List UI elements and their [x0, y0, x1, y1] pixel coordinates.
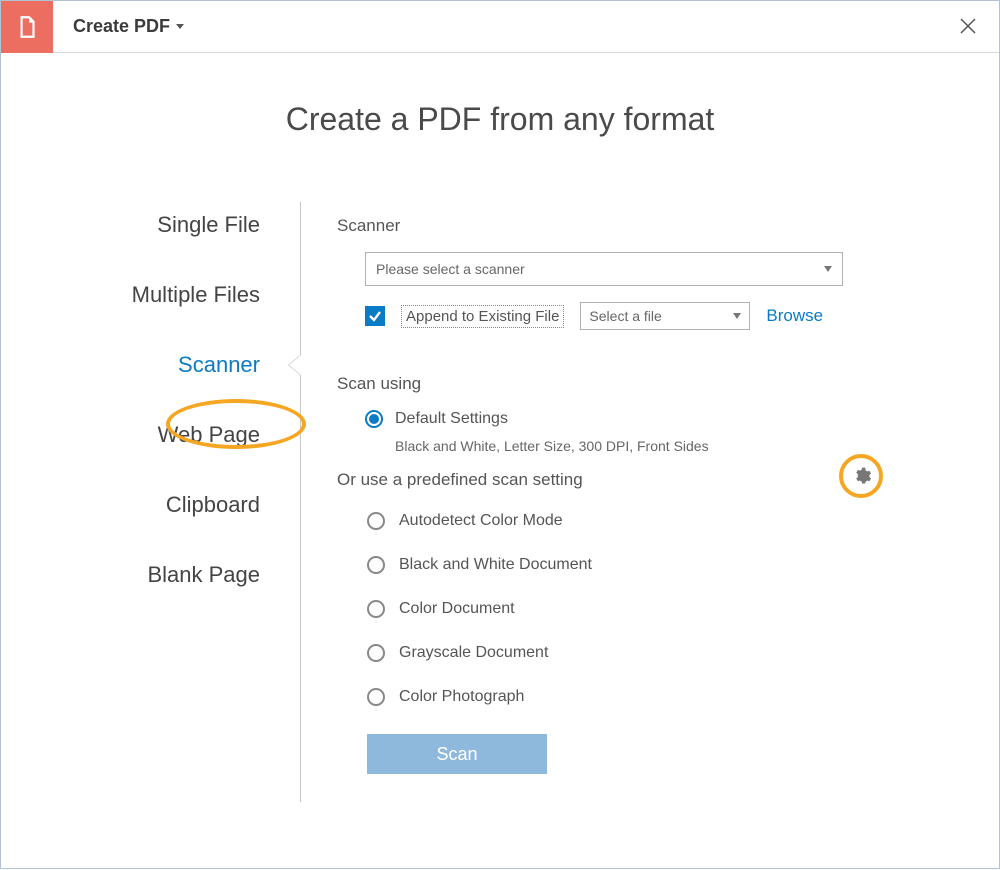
preset-grayscale-row[interactable]: Grayscale Document: [367, 644, 939, 662]
append-checkbox[interactable]: [365, 306, 385, 326]
gear-icon: [852, 466, 872, 486]
chevron-down-icon: [824, 266, 832, 272]
page-title: Create a PDF from any format: [1, 101, 999, 138]
preset-label: Color Photograph: [399, 688, 524, 706]
append-file-value: Select a file: [589, 308, 661, 324]
preset-section: Or use a predefined scan setting Autodet…: [337, 470, 939, 706]
spacer: [1, 802, 999, 842]
append-file-select[interactable]: Select a file: [580, 302, 750, 330]
default-settings-label: Default Settings: [395, 410, 508, 428]
scan-settings-button[interactable]: [849, 463, 875, 489]
preset-radio[interactable]: [367, 556, 385, 574]
preset-radio[interactable]: [367, 688, 385, 706]
scan-using-section: Scan using Default Settings Black and Wh…: [337, 374, 939, 774]
preset-label: Grayscale Document: [399, 644, 548, 662]
preset-label: Autodetect Color Mode: [399, 512, 563, 530]
scan-using-label: Scan using: [337, 374, 939, 394]
content-area: Create a PDF from any format Single File…: [1, 53, 999, 842]
browse-link[interactable]: Browse: [766, 306, 823, 326]
default-settings-radio[interactable]: [365, 410, 383, 428]
scanner-section-label: Scanner: [337, 216, 939, 236]
sidebar-item-multiple-files[interactable]: Multiple Files: [1, 272, 300, 318]
create-pdf-dropdown[interactable]: Create PDF: [53, 16, 184, 37]
preset-label: Black and White Document: [399, 556, 592, 574]
scanner-select-value: Please select a scanner: [376, 261, 525, 277]
default-settings-summary: Black and White, Letter Size, 300 DPI, F…: [395, 438, 939, 454]
sidebar-item-single-file[interactable]: Single File: [1, 202, 300, 248]
sidebar-item-clipboard[interactable]: Clipboard: [1, 482, 300, 528]
scanner-select[interactable]: Please select a scanner: [365, 252, 843, 286]
sidebar-item-web-page[interactable]: Web Page: [1, 412, 300, 458]
preset-radio[interactable]: [367, 644, 385, 662]
content-scroll-region[interactable]: Create a PDF from any format Single File…: [1, 53, 999, 870]
chevron-down-icon: [176, 24, 184, 29]
document-icon: [14, 14, 40, 40]
sidebar-item-blank-page[interactable]: Blank Page: [1, 552, 300, 598]
preset-photo-row[interactable]: Color Photograph: [367, 688, 939, 706]
close-button[interactable]: [957, 15, 979, 37]
source-sidebar: Single File Multiple Files Scanner Web P…: [1, 202, 301, 802]
window-header: Create PDF: [1, 1, 999, 53]
preset-label: Color Document: [399, 600, 515, 618]
append-row: Append to Existing File Select a file Br…: [365, 302, 939, 330]
preset-autodetect-row[interactable]: Autodetect Color Mode: [367, 512, 939, 530]
scan-button[interactable]: Scan: [367, 734, 547, 774]
preset-color-row[interactable]: Color Document: [367, 600, 939, 618]
append-label: Append to Existing File: [401, 305, 564, 328]
header-title: Create PDF: [73, 16, 170, 37]
preset-radio[interactable]: [367, 600, 385, 618]
preset-bw-row[interactable]: Black and White Document: [367, 556, 939, 574]
close-icon: [959, 17, 977, 35]
sidebar-item-scanner[interactable]: Scanner: [1, 342, 300, 388]
layout-row: Single File Multiple Files Scanner Web P…: [1, 202, 999, 802]
chevron-down-icon: [733, 313, 741, 319]
radio-dot-icon: [369, 414, 379, 424]
default-settings-radio-row[interactable]: Default Settings: [365, 410, 939, 428]
app-pdf-icon: [1, 1, 53, 53]
preset-radio[interactable]: [367, 512, 385, 530]
check-icon: [368, 309, 382, 323]
scanner-panel: Scanner Please select a scanner Append t…: [301, 202, 939, 802]
